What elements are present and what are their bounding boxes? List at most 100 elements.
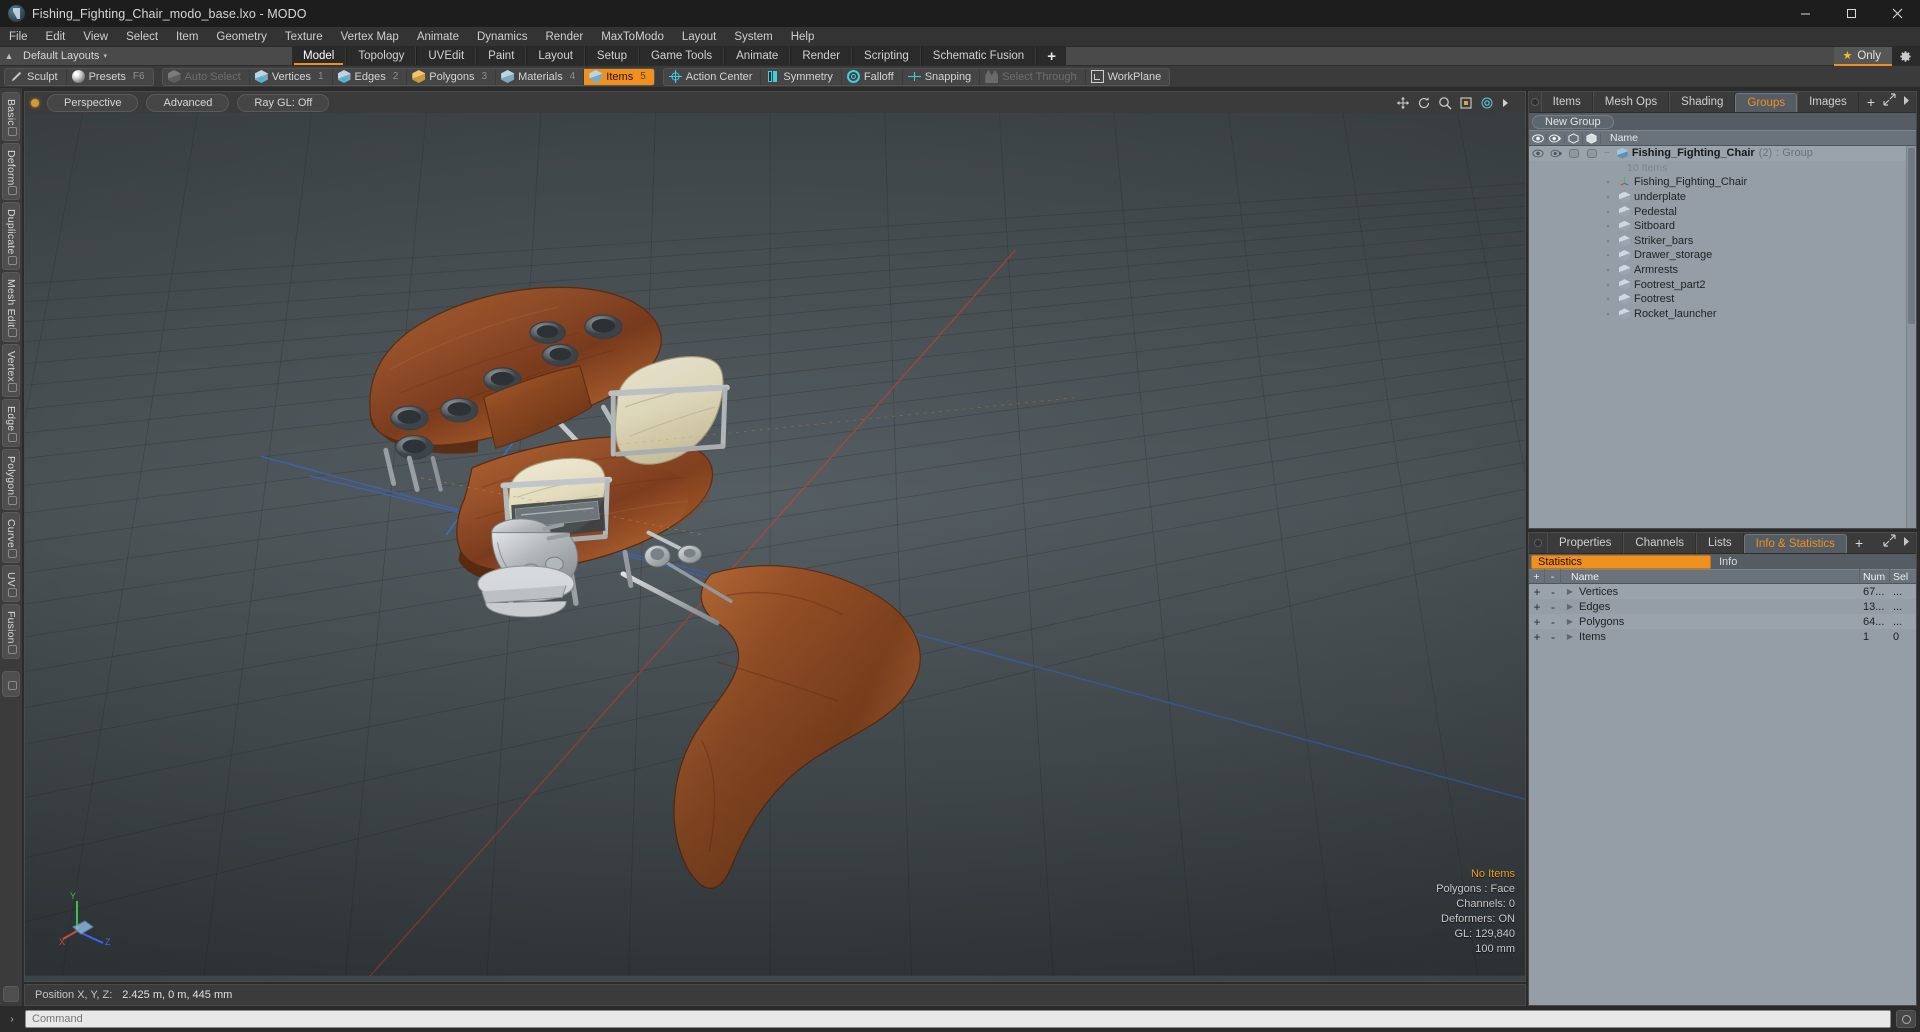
statistics-row[interactable]: + - ▶ Items 1 0 xyxy=(1529,629,1916,644)
menu-render[interactable]: Render xyxy=(536,27,592,47)
tab-lists[interactable]: Lists xyxy=(1696,533,1744,553)
menu-item[interactable]: Item xyxy=(167,27,207,47)
close-icon[interactable] xyxy=(1874,0,1920,27)
workplane-button[interactable]: WorkPlane xyxy=(1086,69,1170,85)
expand-panel-icon[interactable] xyxy=(1883,93,1896,111)
maximize-icon[interactable] xyxy=(1828,0,1874,27)
tree-row-group[interactable]: − Fishing_Fighting_Chair (2) : Group xyxy=(1529,146,1916,161)
menu-animate[interactable]: Animate xyxy=(408,27,468,47)
layout-tab-topology[interactable]: Topology xyxy=(346,47,417,65)
layout-tab-model[interactable]: Model xyxy=(292,47,347,65)
layout-tab-layout[interactable]: Layout xyxy=(526,47,585,65)
gear-icon[interactable] xyxy=(1892,47,1918,66)
col-lock-icon[interactable] xyxy=(1565,132,1583,144)
subtab-info[interactable]: Info xyxy=(1712,555,1892,569)
group-tree-scrollbar[interactable] xyxy=(1906,146,1916,528)
row-expand-icon[interactable]: ▶ xyxy=(1561,584,1579,599)
layout-tab-paint[interactable]: Paint xyxy=(476,47,527,65)
tree-row-item[interactable]: ▪ Sitboard xyxy=(1529,219,1916,234)
help-icon[interactable] xyxy=(1896,1010,1916,1028)
select-through-button[interactable]: Select Through xyxy=(980,68,1086,85)
tab-channels[interactable]: Channels xyxy=(1623,533,1697,553)
row-visibility-toggle[interactable] xyxy=(1529,149,1547,158)
panel-menu-icon[interactable] xyxy=(1902,534,1911,552)
menu-maxtomodo[interactable]: MaxToModo xyxy=(592,27,673,47)
row-add-button[interactable]: + xyxy=(1529,629,1545,644)
tab-mesh-ops[interactable]: Mesh Ops xyxy=(1592,92,1670,112)
row-remove-button[interactable]: - xyxy=(1545,599,1561,614)
tool-tab-basic[interactable]: Basic xyxy=(2,92,20,141)
viewport-projection-button[interactable]: Perspective xyxy=(47,93,139,112)
menu-system[interactable]: System xyxy=(725,27,781,47)
layout-tab-schematic-fusion[interactable]: Schematic Fusion xyxy=(920,47,1037,65)
edges-mode-button[interactable]: Edges 2 xyxy=(333,68,408,85)
menu-layout[interactable]: Layout xyxy=(673,27,726,47)
3d-viewport[interactable]: Y Z X No Items Polygons : Face Channels:… xyxy=(24,113,1526,982)
tab-shading[interactable]: Shading xyxy=(1669,92,1736,112)
row-remove-button[interactable]: - xyxy=(1545,629,1561,644)
left-toolbar-extra-button[interactable] xyxy=(3,986,19,1002)
add-panel-tab-button[interactable]: + xyxy=(1859,92,1883,112)
menu-texture[interactable]: Texture xyxy=(276,27,332,47)
move-view-icon[interactable] xyxy=(1396,96,1410,110)
tree-row-item[interactable]: ▪ Pedestal xyxy=(1529,204,1916,219)
command-caret-icon[interactable]: › xyxy=(4,1014,20,1025)
viewport-raygl-button[interactable]: Ray GL: Off xyxy=(237,93,330,112)
menu-select[interactable]: Select xyxy=(117,27,167,47)
layout-tab-game-tools[interactable]: Game Tools xyxy=(638,47,725,65)
col-selectable-icon[interactable] xyxy=(1583,132,1601,144)
tool-tab-curve[interactable]: Curve xyxy=(2,512,20,564)
snapping-button[interactable]: Snapping xyxy=(903,68,981,85)
auto-select-button[interactable]: Auto Select xyxy=(163,68,250,85)
statistics-row[interactable]: + - ▶ Polygons 64... ... xyxy=(1529,614,1916,629)
row-add-button[interactable]: + xyxy=(1529,614,1545,629)
tab-groups[interactable]: Groups xyxy=(1735,93,1798,112)
tree-row-item[interactable]: ▪ Footrest xyxy=(1529,292,1916,307)
row-add-button[interactable]: + xyxy=(1529,599,1545,614)
col-render-visibility-icon[interactable] xyxy=(1547,133,1565,143)
row-select-toggle[interactable] xyxy=(1583,148,1601,158)
tree-row-item[interactable]: ▪ Drawer_storage xyxy=(1529,248,1916,263)
group-tree[interactable]: − Fishing_Fighting_Chair (2) : Group 10 … xyxy=(1529,146,1916,528)
tool-tab-deform[interactable]: Deform xyxy=(2,142,20,201)
viewport-shading-button[interactable]: Advanced xyxy=(146,93,230,112)
col-visibility-icon[interactable] xyxy=(1529,133,1547,143)
sculpt-button[interactable]: Sculpt xyxy=(5,68,67,85)
tool-tab-fusion[interactable]: Fusion xyxy=(2,604,20,659)
tool-tab-duplicate[interactable]: Duplicate xyxy=(2,202,20,270)
tree-row-item[interactable]: ▪ Fishing_Fighting_Chair xyxy=(1529,175,1916,190)
tool-tab-uv[interactable]: UV xyxy=(2,565,20,603)
tab-images[interactable]: Images xyxy=(1797,92,1859,112)
materials-mode-button[interactable]: Materials 4 xyxy=(496,68,585,85)
tab-properties[interactable]: Properties xyxy=(1547,533,1624,553)
tree-expand-toggle[interactable]: − xyxy=(1601,148,1613,159)
symmetry-button[interactable]: Symmetry xyxy=(761,68,842,85)
add-info-tab-button[interactable]: + xyxy=(1847,533,1871,553)
row-expand-icon[interactable]: ▶ xyxy=(1561,599,1579,614)
menu-dynamics[interactable]: Dynamics xyxy=(468,27,536,47)
fit-view-icon[interactable] xyxy=(1459,96,1473,110)
row-render-visibility-toggle[interactable] xyxy=(1547,149,1565,158)
tab-info-statistics[interactable]: Info & Statistics xyxy=(1743,534,1847,553)
tree-row-item[interactable]: ▪ Armrests xyxy=(1529,263,1916,278)
menu-file[interactable]: File xyxy=(0,27,37,47)
layout-tab-animate[interactable]: Animate xyxy=(724,47,791,65)
tree-row-item[interactable]: ▪ underplate xyxy=(1529,190,1916,205)
row-remove-button[interactable]: - xyxy=(1545,614,1561,629)
row-expand-icon[interactable]: ▶ xyxy=(1561,629,1579,644)
statistics-row[interactable]: + - ▶ Edges 13... ... xyxy=(1529,599,1916,614)
layout-tab-setup[interactable]: Setup xyxy=(584,47,639,65)
layout-tab-scripting[interactable]: Scripting xyxy=(852,47,921,65)
menu-geometry[interactable]: Geometry xyxy=(207,27,276,47)
scrollbar-thumb[interactable] xyxy=(1908,148,1915,324)
tool-tab-vertex[interactable]: Vertex xyxy=(2,344,20,398)
menu-edit[interactable]: Edit xyxy=(37,27,75,47)
new-group-button[interactable]: New Group xyxy=(1532,114,1614,129)
falloff-button[interactable]: Falloff xyxy=(842,68,903,85)
minimize-icon[interactable] xyxy=(1782,0,1828,27)
layout-tab-render[interactable]: Render xyxy=(790,47,853,65)
menu-vertex-map[interactable]: Vertex Map xyxy=(332,27,408,47)
row-add-button[interactable]: + xyxy=(1529,584,1545,599)
command-input[interactable] xyxy=(25,1010,1891,1028)
row-expand-icon[interactable]: ▶ xyxy=(1561,614,1579,629)
